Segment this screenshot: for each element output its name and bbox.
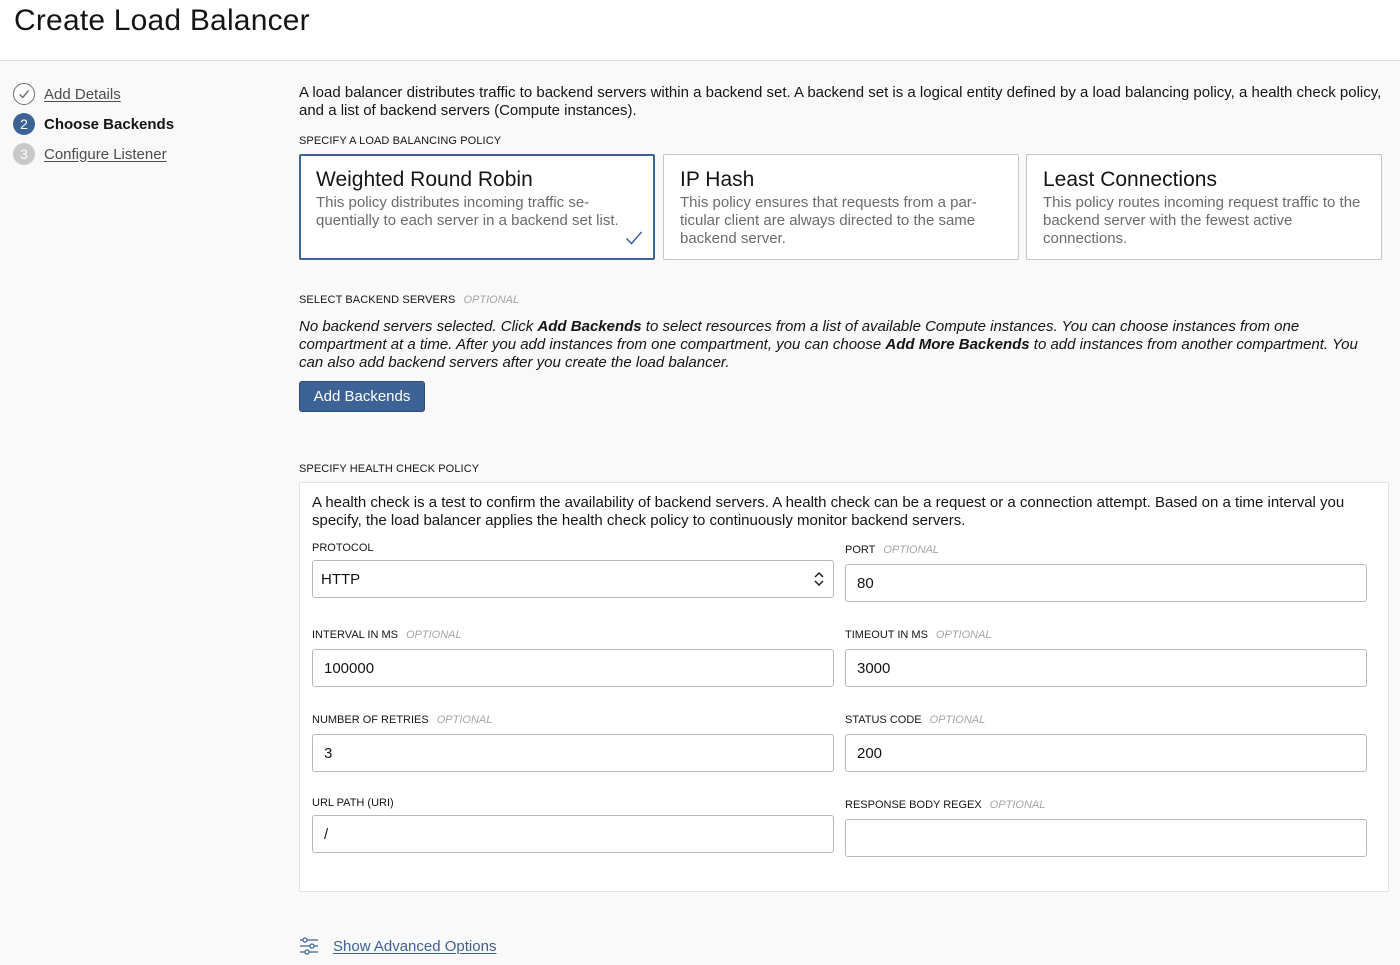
port-label-row: PORT OPTIONAL — [845, 544, 939, 556]
response-regex-input[interactable] — [845, 819, 1367, 857]
optional-tag: OPTIONAL — [989, 799, 1046, 811]
interval-input[interactable]: 100000 — [312, 649, 834, 687]
policy-title: Weighted Round Robin — [316, 168, 533, 191]
timeout-input[interactable]: 3000 — [845, 649, 1367, 687]
optional-tag: OPTIONAL — [463, 294, 520, 306]
step-add-details[interactable]: Add Details — [13, 83, 121, 105]
policy-title: Least Connections — [1043, 168, 1217, 191]
protocol-select[interactable]: HTTP — [312, 560, 834, 598]
timeout-label-row: TIMEOUT IN MS OPTIONAL — [845, 629, 992, 641]
policy-ip-hash[interactable]: IP Hash This policy ensures that request… — [663, 154, 1019, 260]
main-content: A load balancer distributes traffic to b… — [299, 84, 1389, 955]
response-regex-label: RESPONSE BODY REGEX — [845, 799, 982, 811]
policy-options: Weighted Round Robin This policy distrib… — [299, 154, 1382, 260]
page-header: Create Load Balancer — [0, 0, 1400, 61]
retries-label: NUMBER OF RETRIES — [312, 714, 429, 726]
health-check-intro: A health check is a test to confirm the … — [312, 494, 1345, 529]
policy-title: IP Hash — [680, 168, 755, 191]
protocol-value: HTTP — [321, 570, 361, 588]
status-code-label: STATUS CODE — [845, 714, 922, 726]
optional-tag: OPTIONAL — [405, 629, 462, 641]
response-regex-label-row: RESPONSE BODY REGEX OPTIONAL — [845, 799, 1045, 811]
health-check-panel: A health check is a test to confirm the … — [299, 482, 1389, 892]
status-code-input[interactable]: 200 — [845, 734, 1367, 772]
step-number: 3 — [13, 143, 35, 165]
help-text-part: No backend servers selected. Click — [299, 318, 538, 335]
step-configure-listener[interactable]: 3 Configure Listener — [13, 143, 167, 165]
show-advanced-options-link[interactable]: Show Advanced Options — [333, 938, 496, 955]
interval-label: INTERVAL IN MS — [312, 629, 398, 641]
advanced-options-toggle[interactable]: Show Advanced Options — [299, 936, 496, 956]
step-label[interactable]: Add Details — [44, 86, 121, 103]
optional-tag: OPTIONAL — [929, 714, 986, 726]
add-backends-button[interactable]: Add Backends — [299, 381, 425, 412]
policy-least-connections[interactable]: Least Connections This policy routes inc… — [1026, 154, 1382, 260]
page-title: Create Load Balancer — [14, 4, 310, 37]
health-check-section-label: SPECIFY HEALTH CHECK POLICY — [299, 463, 480, 475]
policy-weighted-round-robin[interactable]: Weighted Round Robin This policy distrib… — [299, 154, 655, 260]
step-label[interactable]: Configure Listener — [44, 146, 167, 163]
port-label: PORT — [845, 544, 876, 556]
status-code-label-row: STATUS CODE OPTIONAL — [845, 714, 985, 726]
check-icon — [13, 83, 35, 105]
policy-description: This policy routes incoming request traf… — [1043, 194, 1361, 247]
optional-tag: OPTIONAL — [935, 629, 992, 641]
intro-text: A load balancer distributes traffic to b… — [299, 84, 1382, 119]
policy-section-label: SPECIFY A LOAD BALANCING POLICY — [299, 135, 502, 147]
retries-input[interactable]: 3 — [312, 734, 834, 772]
help-text-bold: Add Backends — [537, 318, 642, 335]
help-text-bold: Add More Backends — [885, 336, 1030, 353]
protocol-label: PROTOCOL — [312, 542, 374, 554]
select-arrows-icon — [814, 572, 824, 586]
port-input[interactable]: 80 — [845, 564, 1367, 602]
policy-description: This policy distributes incoming traffic… — [316, 194, 619, 229]
step-choose-backends[interactable]: 2 Choose Backends — [13, 113, 174, 135]
retries-label-row: NUMBER OF RETRIES OPTIONAL — [312, 714, 492, 726]
step-label: Choose Backends — [44, 115, 175, 133]
backend-section-label: SELECT BACKEND SERVERS — [299, 294, 456, 306]
optional-tag: OPTIONAL — [436, 714, 493, 726]
optional-tag: OPTIONAL — [883, 544, 939, 556]
checkmark-icon — [625, 231, 643, 245]
url-path-input[interactable]: / — [312, 815, 834, 853]
interval-label-row: INTERVAL IN MS OPTIONAL — [312, 629, 462, 641]
sliders-icon — [300, 937, 318, 955]
policy-description: This policy ensures that requests from a… — [680, 194, 977, 247]
backend-section-header: SELECT BACKEND SERVERS OPTIONAL — [299, 290, 519, 308]
backend-help-text: No backend servers selected. Click Add B… — [299, 318, 1384, 372]
step-number: 2 — [13, 113, 35, 135]
url-path-label: URL PATH (URI) — [312, 797, 394, 809]
timeout-label: TIMEOUT IN MS — [845, 629, 928, 641]
